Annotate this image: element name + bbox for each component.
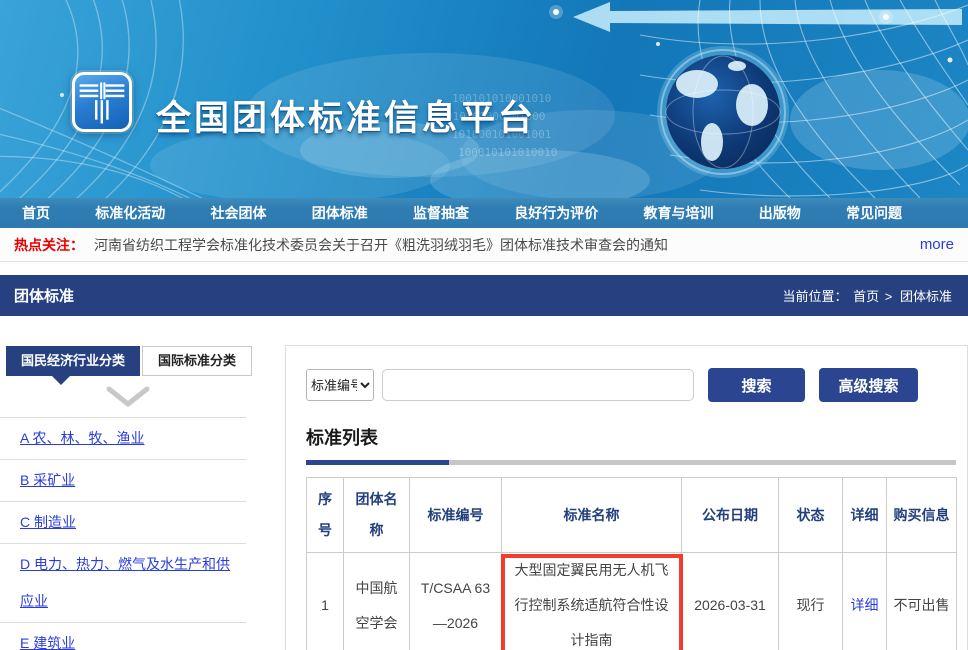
- cell-no: 1: [307, 553, 344, 650]
- breadcrumb-current: 团体标准: [900, 289, 952, 304]
- active-tab-pointer: [52, 376, 70, 385]
- section-bar: 团体标准 当前位置： 首页 > 团体标准: [0, 275, 968, 316]
- chevron-down-icon: [106, 386, 150, 408]
- main-nav: 首页 标准化活动 社会团体 团体标准 监督抽查 良好行为评价 教育与培训 出版物…: [0, 198, 968, 228]
- cell-date: 2026-03-31: [682, 553, 779, 650]
- nav-item-good-behavior-evaluation[interactable]: 良好行为评价: [514, 203, 598, 223]
- nav-item-home[interactable]: 首页: [22, 203, 50, 223]
- nav-item-education-training[interactable]: 教育与培训: [644, 203, 714, 223]
- sidebar-item-construction[interactable]: E 建筑业: [20, 635, 75, 650]
- nav-item-publications[interactable]: 出版物: [759, 203, 801, 223]
- list-item: E 建筑业: [0, 623, 246, 650]
- sidebar-item-agriculture[interactable]: A 农、林、牧、渔业: [20, 430, 144, 446]
- search-type-select[interactable]: 标准编号: [306, 369, 374, 401]
- site-title: 全国团体标准信息平台: [156, 90, 536, 141]
- search-input[interactable]: [382, 369, 694, 401]
- more-link[interactable]: more: [920, 236, 954, 253]
- table-row: 1 中国航空学会 T/CSAA 63—2026 大型固定翼民用无人机飞行控制系统…: [307, 553, 957, 650]
- cell-name: 大型固定翼民用无人机飞行控制系统适航符合性设计指南: [502, 553, 682, 650]
- site-logo: [72, 72, 132, 132]
- sidebar-item-manufacturing[interactable]: C 制造业: [20, 514, 76, 530]
- page: 100101010001010 010101000101000 10100010…: [0, 0, 968, 650]
- standards-table: 序号 团体名称 标准编号 标准名称 公布日期 状态 详细 购买信息 1 中国航空…: [306, 477, 957, 650]
- logo-glyph: [75, 75, 129, 129]
- tab-international-standard-classification[interactable]: 国际标准分类: [142, 346, 252, 376]
- col-header-status: 状态: [779, 478, 843, 553]
- col-header-date: 公布日期: [682, 478, 779, 553]
- col-header-name: 标准名称: [502, 478, 682, 553]
- page-title: 团体标准: [14, 285, 74, 306]
- cell-detail: 详细: [843, 553, 887, 650]
- sidebar-item-mining[interactable]: B 采矿业: [20, 472, 75, 488]
- title-underline-accent: [306, 460, 449, 465]
- table-header-row: 序号 团体名称 标准编号 标准名称 公布日期 状态 详细 购买信息: [307, 478, 957, 553]
- col-header-detail: 详细: [843, 478, 887, 553]
- hot-topic-label: 热点关注：: [14, 235, 84, 255]
- sidebar-item-power-utilities[interactable]: D 电力、热力、燃气及水生产和供应业: [20, 556, 230, 609]
- list-item: D 电力、热力、燃气及水生产和供应业: [0, 544, 246, 623]
- cell-purchase: 不可出售: [887, 553, 957, 650]
- standard-list-title: 标准列表: [306, 424, 953, 450]
- nav-item-standardization-activities[interactable]: 标准化活动: [95, 203, 165, 223]
- list-item: B 采矿业: [0, 460, 246, 502]
- nav-item-group-standards[interactable]: 团体标准: [312, 203, 368, 223]
- col-header-no: 序号: [307, 478, 344, 553]
- sidebar-tabs: 国民经济行业分类 国际标准分类: [6, 346, 252, 376]
- search-bar: 标准编号 搜索 高级搜索: [306, 368, 953, 402]
- advanced-search-button[interactable]: 高级搜索: [819, 368, 918, 402]
- nav-item-social-organizations[interactable]: 社会团体: [211, 203, 267, 223]
- header-banner: 100101010001010 010101000101000 10100010…: [0, 0, 968, 198]
- col-header-purchase: 购买信息: [887, 478, 957, 553]
- standard-name-text: 大型固定翼民用无人机飞行控制系统适航符合性设计指南: [515, 562, 669, 648]
- nav-item-faq[interactable]: 常见问题: [846, 203, 902, 223]
- cell-org: 中国航空学会: [344, 553, 410, 650]
- hot-topic-link[interactable]: 河南省纺织工程学会标准化技术委员会关于召开《粗洗羽绒羽毛》团体标准技术审查会的通…: [94, 235, 908, 255]
- breadcrumb-separator: >: [885, 289, 893, 304]
- breadcrumb-label: 当前位置：: [782, 289, 847, 304]
- breadcrumb-home-link[interactable]: 首页: [853, 289, 879, 304]
- svg-text:100010101010010: 100010101010010: [458, 146, 557, 159]
- col-header-code: 标准编号: [410, 478, 502, 553]
- breadcrumb: 当前位置： 首页 > 团体标准: [780, 286, 954, 305]
- tab-national-economy-classification[interactable]: 国民经济行业分类: [6, 346, 140, 376]
- hot-topic-bar: 热点关注： 河南省纺织工程学会标准化技术委员会关于召开《粗洗羽绒羽毛》团体标准技…: [0, 228, 968, 262]
- main-panel: 标准编号 搜索 高级搜索 标准列表 序号 团体名称 标准编号 标准名称 公布日期: [285, 345, 968, 650]
- cell-status: 现行: [779, 553, 843, 650]
- nav-item-supervision-sampling[interactable]: 监督抽查: [413, 203, 469, 223]
- cell-code: T/CSAA 63—2026: [410, 553, 502, 650]
- title-underline: [306, 460, 956, 465]
- list-item: A 农、林、牧、渔业: [0, 418, 246, 460]
- col-header-org: 团体名称: [344, 478, 410, 553]
- detail-link[interactable]: 详细: [851, 597, 879, 613]
- industry-category-list: A 农、林、牧、渔业 B 采矿业 C 制造业 D 电力、热力、燃气及水生产和供应…: [0, 417, 246, 650]
- search-button[interactable]: 搜索: [708, 368, 805, 402]
- list-item: C 制造业: [0, 502, 246, 544]
